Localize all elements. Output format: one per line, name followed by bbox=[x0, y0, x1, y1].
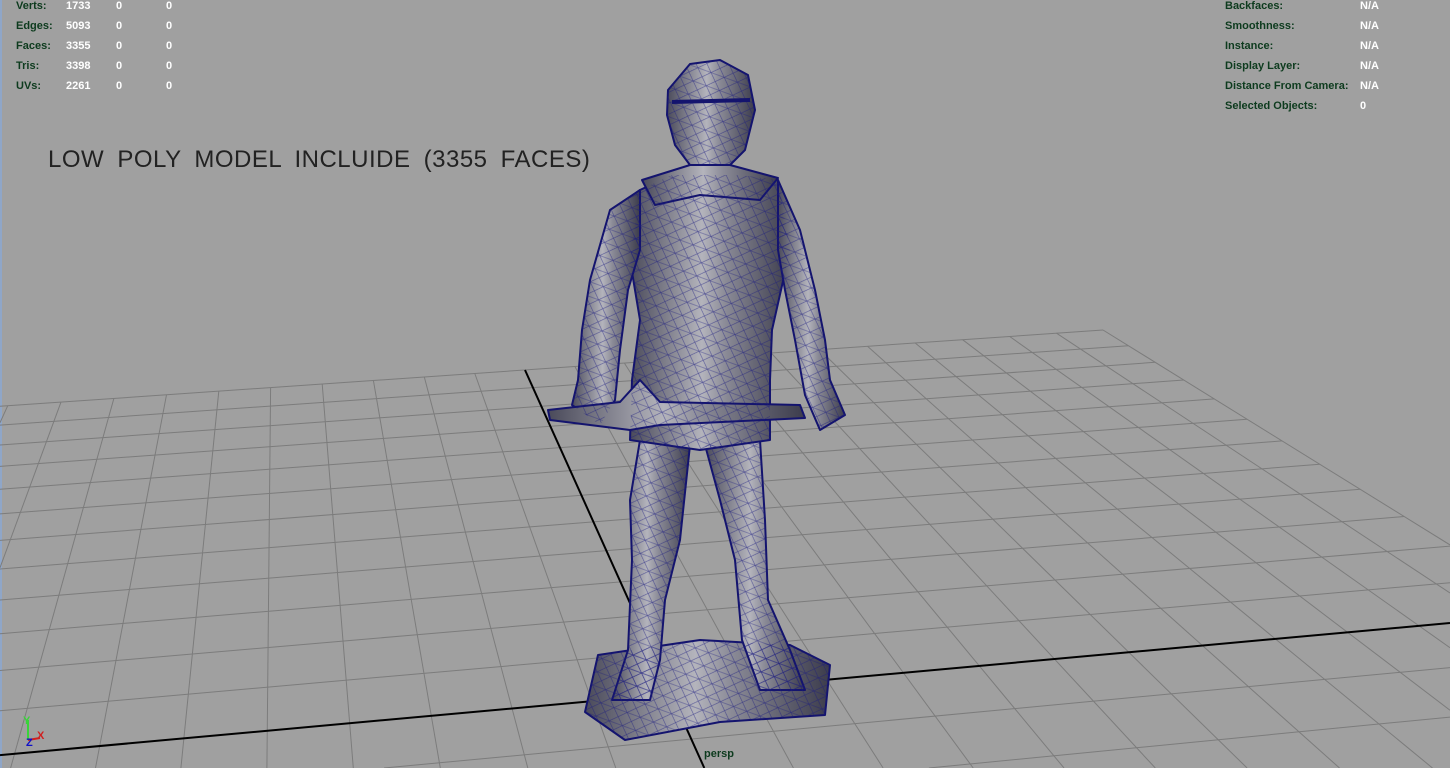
info-value: N/A bbox=[1360, 40, 1379, 52]
camera-name-label: persp bbox=[704, 748, 734, 760]
helmet-visor bbox=[671, 98, 751, 104]
info-label: Backfaces: bbox=[1225, 0, 1284, 12]
stat-row: Verts: 1733 0 0 bbox=[16, 0, 216, 16]
stat-value: 0 bbox=[166, 0, 173, 12]
stat-value: 0 bbox=[166, 20, 173, 32]
info-value: N/A bbox=[1360, 0, 1379, 12]
info-value: N/A bbox=[1360, 80, 1379, 92]
stat-value: 0 bbox=[116, 20, 123, 32]
knight-wireframe bbox=[572, 60, 845, 740]
grid-line bbox=[0, 405, 9, 423]
stat-value: 1733 bbox=[66, 0, 91, 12]
stat-row: Edges: 5093 0 0 bbox=[16, 16, 216, 36]
grid-line bbox=[0, 418, 1248, 515]
stat-label: Edges: bbox=[16, 20, 53, 32]
stat-value: 5093 bbox=[66, 20, 91, 32]
info-value: 0 bbox=[1360, 100, 1367, 112]
stat-value: 2261 bbox=[66, 80, 91, 92]
info-value: N/A bbox=[1360, 20, 1379, 32]
info-row: Instance: N/A bbox=[1225, 36, 1445, 56]
stat-value: 3398 bbox=[66, 60, 91, 72]
caption-text: LOW POLY MODEL INCLUIDE (3355 FACES) bbox=[48, 146, 591, 173]
info-row: Distance From Camera: N/A bbox=[1225, 76, 1445, 96]
object-info-hud: Backfaces: N/A Smoothness: N/A Instance: N/A D… bbox=[1225, 0, 1445, 116]
grid-line bbox=[0, 329, 1104, 407]
stat-value: 3355 bbox=[66, 40, 91, 52]
info-row: Smoothness: N/A bbox=[1225, 16, 1445, 36]
stat-value: 0 bbox=[166, 80, 173, 92]
stat-label: Verts: bbox=[16, 0, 47, 12]
grid-line bbox=[383, 667, 1450, 768]
stat-row: UVs: 2261 0 0 bbox=[16, 76, 216, 96]
grid-line bbox=[0, 401, 62, 568]
grid-line bbox=[914, 342, 1433, 768]
stat-value: 0 bbox=[116, 0, 123, 12]
grid-line bbox=[180, 391, 220, 768]
stat-value: 0 bbox=[166, 40, 173, 52]
poly-count-hud: Verts: 1733 0 0 Edges: 5093 0 0 Faces: 3355 0 0 Tris… bbox=[16, 0, 216, 96]
grid-line bbox=[372, 380, 441, 768]
stat-label: Faces: bbox=[16, 40, 51, 52]
grid-line bbox=[962, 339, 1450, 711]
grid-line bbox=[1102, 329, 1450, 546]
grid-line bbox=[0, 516, 1405, 635]
grid-line bbox=[95, 394, 167, 768]
info-row: Selected Objects: 0 bbox=[1225, 96, 1445, 116]
grid-line bbox=[928, 716, 1450, 768]
axis-gizmo: Y Z X bbox=[23, 715, 45, 749]
info-label: Distance From Camera: bbox=[1225, 80, 1349, 92]
y-axis-label: Y bbox=[23, 715, 31, 727]
z-axis-label: Z bbox=[26, 737, 33, 749]
info-label: Smoothness: bbox=[1225, 20, 1295, 32]
info-label: Selected Objects: bbox=[1225, 100, 1318, 112]
info-label: Instance: bbox=[1225, 40, 1274, 52]
stat-label: UVs: bbox=[16, 80, 42, 92]
grid-line bbox=[867, 345, 1340, 768]
stat-row: Faces: 3355 0 0 bbox=[16, 36, 216, 56]
stat-row: Tris: 3398 0 0 bbox=[16, 56, 216, 76]
stat-value: 0 bbox=[116, 40, 123, 52]
info-value: N/A bbox=[1360, 60, 1379, 72]
grid-line bbox=[1056, 332, 1450, 594]
x-axis-label: X bbox=[37, 730, 45, 742]
info-label: Display Layer: bbox=[1225, 60, 1301, 72]
info-row: Backfaces: N/A bbox=[1225, 0, 1445, 16]
stat-value: 0 bbox=[116, 80, 123, 92]
stat-value: 0 bbox=[116, 60, 123, 72]
stat-label: Tris: bbox=[16, 60, 40, 72]
stat-value: 0 bbox=[166, 60, 173, 72]
info-row: Display Layer: N/A bbox=[1225, 56, 1445, 76]
